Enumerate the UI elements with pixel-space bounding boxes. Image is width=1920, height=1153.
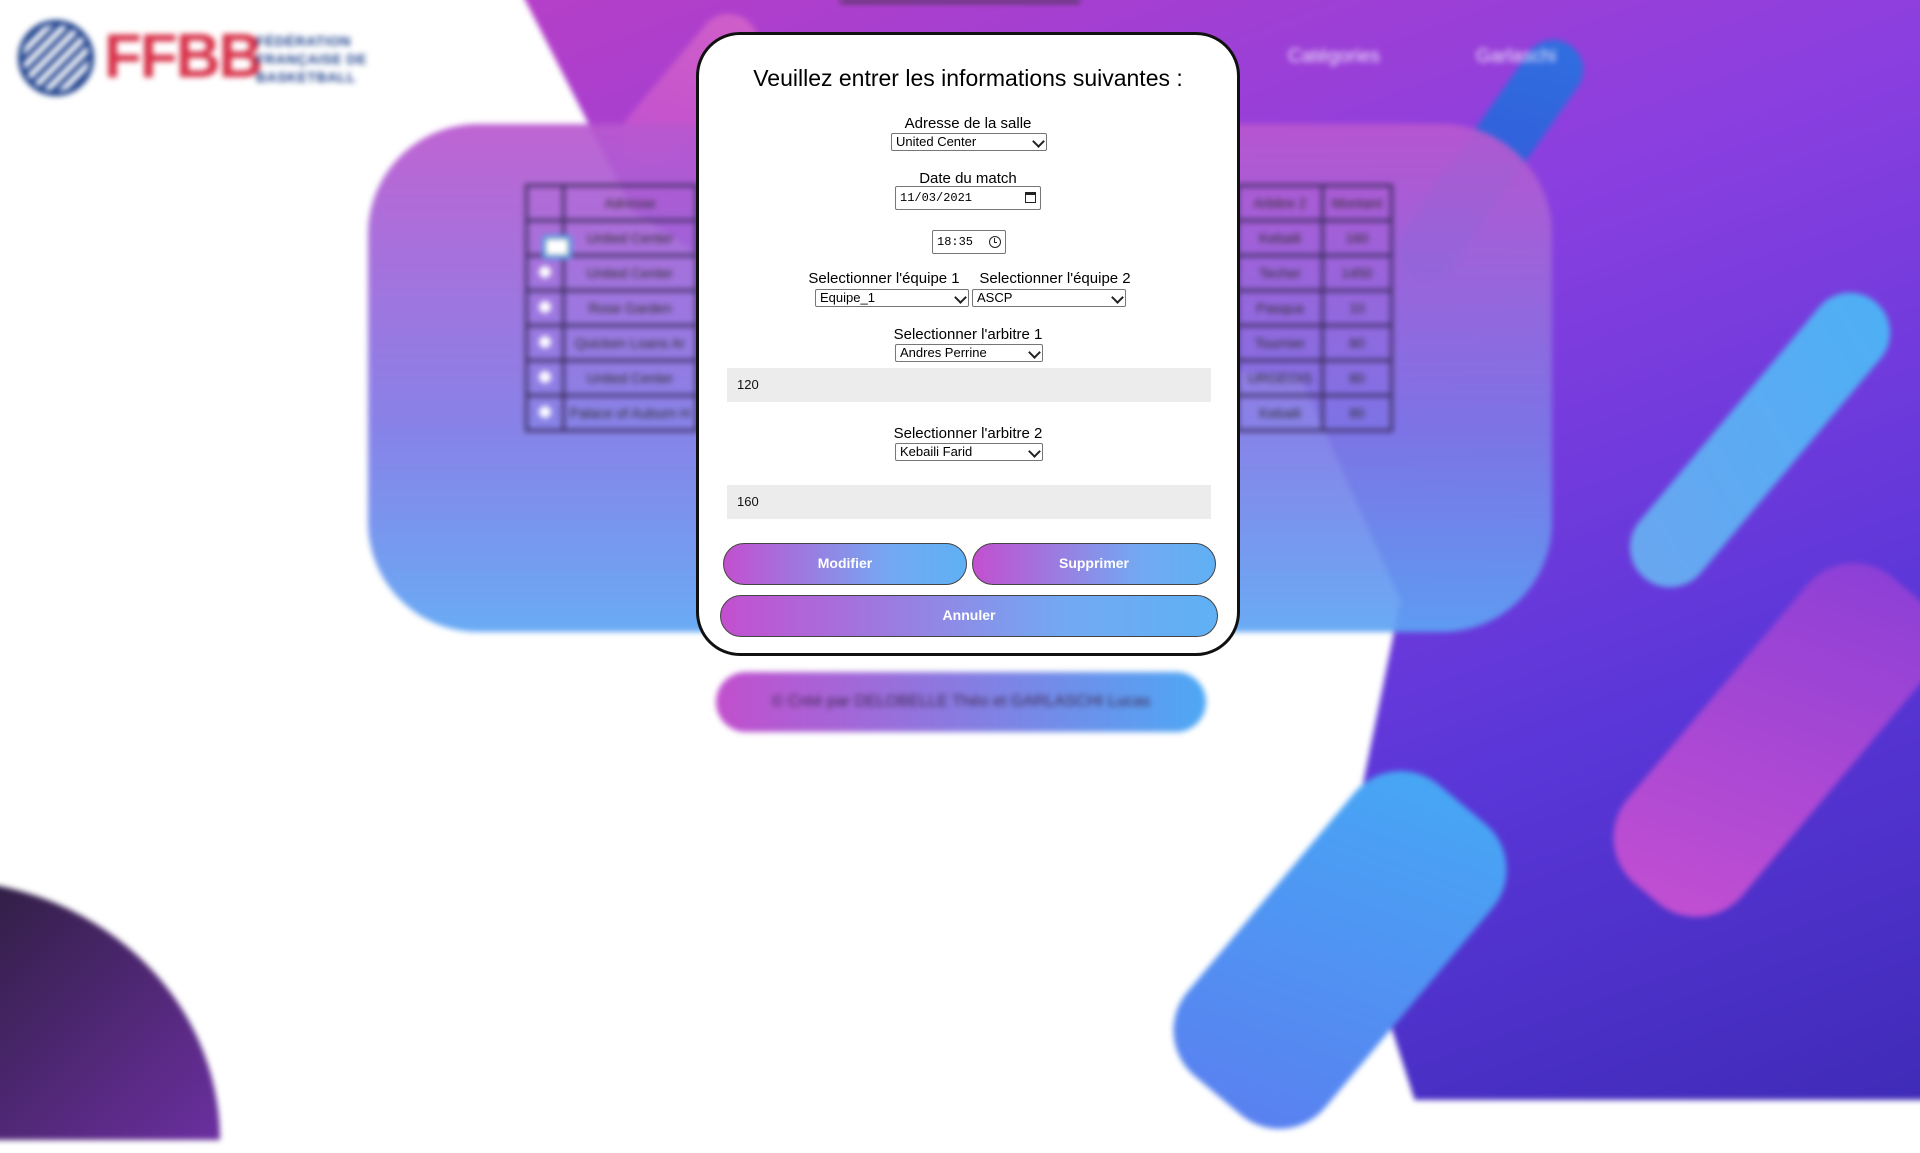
table-cell-arbitre2: Tournier: [1236, 324, 1324, 362]
table-cell-montant: 1450: [1321, 254, 1393, 292]
table-cell-arbitre2: URGEOIS: [1236, 359, 1324, 397]
clock-icon[interactable]: [989, 236, 1001, 248]
table-header-row: Arbitre 2 Montant: [1236, 184, 1393, 222]
row-radio[interactable]: [539, 301, 551, 313]
matches-table-left: Adresse United Center United Center Rose…: [525, 184, 698, 432]
arbitre1-label: Selectionner l'arbitre 1: [893, 326, 1043, 343]
arbitre1-select[interactable]: Andres Perrine: [895, 344, 1043, 362]
date-input[interactable]: 11/03/2021: [895, 186, 1041, 210]
adresse-label: Adresse de la salle: [904, 115, 1032, 132]
row-radio-cell[interactable]: [525, 219, 569, 257]
chevron-down-icon: [1028, 346, 1041, 359]
equipe1-select-value: Equipe_1: [820, 290, 875, 305]
arbitre2-select-value: Kebaili Farid: [900, 444, 973, 459]
table-row: URGEOIS 80: [1236, 359, 1393, 397]
table-row[interactable]: United Center: [525, 219, 698, 257]
equipe1-select[interactable]: Equipe_1: [815, 289, 969, 307]
table-row[interactable]: Quicken Loans Ar: [525, 324, 698, 362]
date-value: 11/03/2021: [900, 191, 973, 205]
chevron-down-icon: [1028, 445, 1041, 458]
table-cell-montant: 80: [1321, 394, 1393, 432]
logo-subtitle-line: FÉDÉRATION: [256, 33, 351, 49]
background-corner-shape: [0, 880, 220, 1140]
table-header-arbitre2: Arbitre 2: [1236, 184, 1324, 222]
table-row[interactable]: Palace of Auburn H: [525, 394, 698, 432]
table-row[interactable]: United Center: [525, 254, 698, 292]
table-cell-montant: 160: [1321, 219, 1393, 257]
nav-link-categories[interactable]: Catégories: [1288, 46, 1380, 68]
table-cell-arbitre2: Kebaili: [1236, 394, 1324, 432]
table-row: Tournier 80: [1236, 324, 1393, 362]
table-cell-montant: 80: [1321, 359, 1393, 397]
annuler-button[interactable]: Annuler: [720, 595, 1218, 637]
arbitre2-label: Selectionner l'arbitre 2: [893, 425, 1043, 442]
date-label: Date du match: [919, 170, 1017, 187]
row-radio-cell[interactable]: [525, 394, 565, 432]
logo-subtitle-line: BASKETBALL: [256, 69, 356, 85]
equipe2-select[interactable]: ASCP: [972, 289, 1126, 307]
logo-subtitle-line: FRANÇAISE DE: [256, 51, 368, 67]
arbitre1-select-value: Andres Perrine: [900, 345, 987, 360]
row-radio-cell[interactable]: [525, 289, 565, 327]
table-cell-adresse: Quicken Loans Ar: [562, 324, 698, 362]
table-cell-adresse: United Center: [562, 359, 698, 397]
adresse-select-value: United Center: [896, 134, 977, 149]
table-cell-arbitre2: Pasqua: [1236, 289, 1324, 327]
supprimer-button[interactable]: Supprimer: [972, 543, 1216, 585]
time-input[interactable]: 18:35: [932, 230, 1006, 254]
row-radio[interactable]: [545, 238, 569, 256]
modal-title: Veuillez entrer les informations suivant…: [753, 65, 1183, 91]
logo-subtitle: FÉDÉRATION FRANÇAISE DE BASKETBALL: [256, 32, 367, 86]
table-cell-montant: 10: [1321, 289, 1393, 327]
matches-table-right: Arbitre 2 Montant Kebaili 160 Techer 145…: [1236, 184, 1393, 432]
table-header-montant: Montant: [1321, 184, 1393, 222]
arbitre2-select[interactable]: Kebaili Farid: [895, 443, 1043, 461]
table-row: Kebaili 160: [1236, 219, 1393, 257]
ffbb-logo[interactable]: FFBB FÉDÉRATION FRANÇAISE DE BASKETBALL: [18, 20, 368, 102]
calendar-icon[interactable]: [1025, 192, 1036, 203]
nav-link-user[interactable]: Garlaschi: [1476, 46, 1556, 68]
row-radio-cell[interactable]: [525, 359, 565, 397]
row-radio-cell[interactable]: [525, 254, 565, 292]
logo-letters: FFBB: [104, 22, 263, 91]
equipe1-label: Selectionner l'équipe 1: [808, 270, 960, 287]
chevron-down-icon: [1032, 135, 1045, 148]
table-cell-adresse: United Center: [562, 254, 698, 292]
table-row: Pasqua 10: [1236, 289, 1393, 327]
row-radio-cell[interactable]: [525, 324, 565, 362]
table-cell-adresse: Rose Garden: [562, 289, 698, 327]
table-cell-adresse: Palace of Auburn H: [562, 394, 698, 432]
row-radio[interactable]: [539, 371, 551, 383]
table-row: Techer 1450: [1236, 254, 1393, 292]
edit-match-modal: Veuillez entrer les informations suivant…: [696, 32, 1240, 656]
time-value: 18:35: [937, 235, 974, 249]
equipe2-label: Selectionner l'équipe 2: [979, 270, 1131, 287]
chevron-down-icon: [954, 291, 967, 304]
row-radio[interactable]: [539, 406, 551, 418]
table-cell-arbitre2: Techer: [1236, 254, 1324, 292]
table-cell-adresse: United Center: [562, 219, 698, 257]
modifier-button[interactable]: Modifier: [723, 543, 967, 585]
table-header-cell: [525, 184, 565, 222]
table-row[interactable]: Rose Garden: [525, 289, 698, 327]
row-radio[interactable]: [539, 266, 551, 278]
arbitre1-montant-field[interactable]: 120: [727, 368, 1211, 402]
table-row: Kebaili 80: [1236, 394, 1393, 432]
table-header-adresse: Adresse: [562, 184, 698, 222]
basketball-icon: [18, 20, 94, 96]
arbitre2-montant-field[interactable]: 160: [727, 485, 1211, 519]
table-cell-montant: 80: [1321, 324, 1393, 362]
background-top-line: [840, 0, 1080, 3]
chevron-down-icon: [1111, 291, 1124, 304]
table-header-row: Adresse: [525, 184, 698, 222]
table-row[interactable]: United Center: [525, 359, 698, 397]
row-radio[interactable]: [539, 336, 551, 348]
table-cell-arbitre2: Kebaili: [1236, 219, 1324, 257]
equipe2-select-value: ASCP: [977, 290, 1013, 305]
adresse-select[interactable]: United Center: [891, 133, 1047, 151]
footer-credits: © Créé par DELOBELLE Théo et GARLASCHI L…: [716, 672, 1206, 732]
